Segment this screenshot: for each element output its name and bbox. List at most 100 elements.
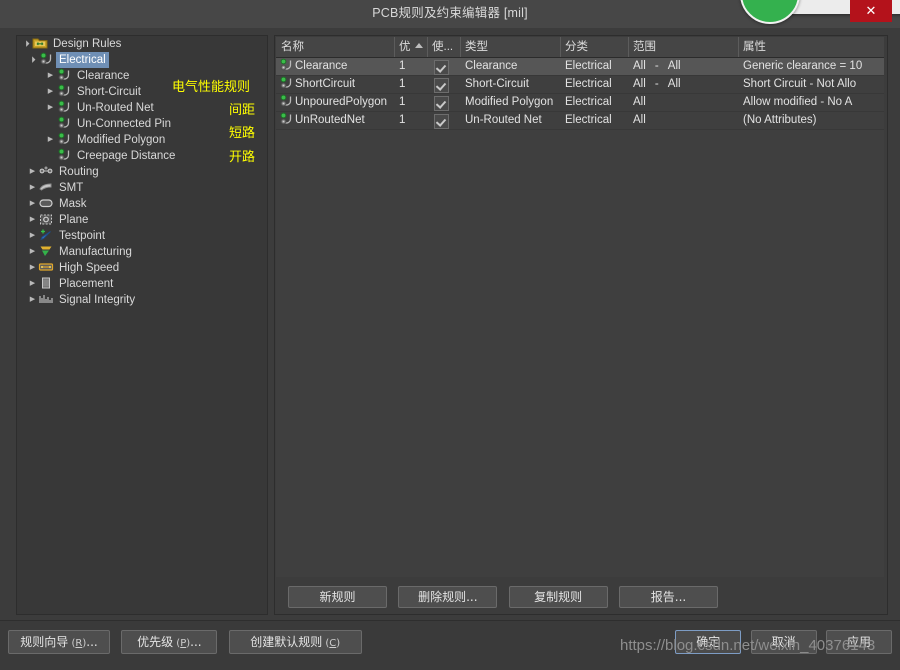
collapsed-twisty-icon[interactable]: ▶	[45, 68, 56, 84]
rule-type-cell: Short-Circuit	[465, 78, 529, 90]
tree-item-plane[interactable]: ▶ Plane	[17, 212, 267, 228]
enabled-checkbox[interactable]	[434, 96, 449, 111]
collapsed-twisty-icon[interactable]: ▶	[27, 180, 38, 196]
rule-priority-cell[interactable]: 1	[394, 76, 427, 93]
tree-item-mask[interactable]: ▶ Mask	[17, 196, 267, 212]
column-header-7[interactable]: 属性	[738, 37, 884, 57]
collapsed-twisty-icon[interactable]: ▶	[27, 260, 38, 276]
column-header-label: 名称	[281, 41, 304, 53]
ok-button[interactable]: 确定	[675, 630, 742, 654]
scope-a: All	[633, 78, 646, 90]
rule-scope-cell: All	[628, 112, 738, 129]
column-header-label: 使...	[432, 41, 454, 53]
priority-button[interactable]: 优先级 (P)...	[121, 630, 218, 654]
tree-item-label: Short-Circuit	[77, 86, 141, 98]
table-row[interactable]: ShortCircuit 1 Short-Circuit Electrical All -…	[276, 76, 884, 94]
tree-item-routing[interactable]: ▶ Routing	[17, 164, 267, 180]
rule-priority-cell[interactable]: 1	[394, 112, 427, 129]
rule-name-cell[interactable]: Clearance	[276, 58, 394, 75]
rule-category-cell: Electrical	[565, 114, 612, 126]
rules-grid-body[interactable]: Clearance 1 Clearance Electrical All - All Gene…	[276, 58, 884, 130]
create-default-rules-label: 创建默认规则	[250, 635, 323, 649]
tree-item-label: Electrical	[56, 52, 109, 68]
apply-button[interactable]: 应用	[826, 630, 892, 654]
rule-priority-cell[interactable]: 1	[394, 58, 427, 75]
rule-enabled-cell[interactable]	[427, 58, 460, 75]
electrical-rule-icon	[278, 76, 292, 90]
column-header-3[interactable]: 使...	[427, 37, 460, 57]
tree-item-signal-integrity[interactable]: ▶ Signal Integrity	[17, 292, 267, 308]
collapsed-twisty-icon[interactable]: ▶	[27, 196, 38, 212]
rule-name-cell[interactable]: UnRoutedNet	[276, 112, 394, 129]
rule-enabled-cell[interactable]	[427, 76, 460, 93]
column-header-label: 范围	[633, 41, 656, 53]
signal-integrity-icon	[38, 292, 54, 306]
tree-item-label: Signal Integrity	[59, 294, 136, 306]
editor-workspace: ◢ Design Rules ◢ Electrical ▶ Clearance ▶ Short…	[0, 28, 900, 620]
manufacturing-icon	[38, 244, 54, 258]
annotation-text: 间距	[229, 103, 256, 118]
priority-label: 优先级	[137, 635, 174, 649]
smt-icon	[38, 180, 54, 194]
cancel-button[interactable]: 取消	[750, 630, 817, 654]
table-row[interactable]: UnRoutedNet 1 Un-Routed Net Electrical All (N…	[276, 112, 884, 130]
rule-name-cell[interactable]: UnpouredPolygon	[276, 94, 394, 111]
collapsed-twisty-icon[interactable]: ▶	[27, 228, 38, 244]
collapsed-twisty-icon[interactable]: ▶	[27, 292, 38, 308]
collapsed-twisty-icon[interactable]: ▶	[45, 100, 56, 116]
tree-item-manufacturing[interactable]: ▶ Manufacturing	[17, 244, 267, 260]
tree-item-design-rules[interactable]: ◢ Design Rules	[17, 36, 267, 52]
column-header-2[interactable]: 优	[394, 37, 427, 57]
rule-name-label: ShortCircuit	[295, 78, 356, 90]
column-header-4[interactable]: 类型	[460, 37, 560, 57]
report-button[interactable]: 报告...	[619, 586, 719, 608]
rule-enabled-cell[interactable]	[427, 112, 460, 129]
enabled-checkbox[interactable]	[434, 78, 449, 93]
rule-wizard-button[interactable]: 规则向导 (R)...	[8, 630, 110, 654]
rule-action-buttons: 新规则 删除规则... 复制规则 报告...	[276, 579, 884, 613]
electrical-rule-icon	[56, 132, 72, 146]
new-rule-button[interactable]: 新规则	[288, 586, 387, 608]
enabled-checkbox[interactable]	[434, 60, 449, 75]
scope-a: All	[633, 96, 646, 108]
rules-grid[interactable]: 名称 优 使... 类型 分类 范围 属性 Clearance 1 Clearance Elect…	[276, 37, 884, 577]
collapsed-twisty-icon[interactable]: ▶	[45, 132, 56, 148]
tree-item-electrical[interactable]: ◢ Electrical	[17, 52, 267, 68]
rules-grid-header[interactable]: 名称 优 使... 类型 分类 范围 属性	[276, 37, 884, 58]
column-header-label: 分类	[565, 41, 588, 53]
annotation-text: 短路	[229, 126, 256, 141]
tree-item-label: Mask	[59, 198, 87, 210]
collapsed-twisty-icon[interactable]: ▶	[27, 212, 38, 228]
column-header-label: 属性	[743, 41, 766, 53]
tree-item-label: High Speed	[59, 262, 120, 274]
table-row[interactable]: Clearance 1 Clearance Electrical All - All Gene…	[276, 58, 884, 76]
tree-item-smt[interactable]: ▶ SMT	[17, 180, 267, 196]
create-default-rules-button[interactable]: 创建默认规则 (C)	[228, 630, 362, 654]
column-header-5[interactable]: 分类	[560, 37, 628, 57]
delete-rule-button[interactable]: 删除规则...	[398, 586, 498, 608]
collapsed-twisty-icon[interactable]: ▶	[45, 84, 56, 100]
tree-item-high-speed[interactable]: ▶ High Speed	[17, 260, 267, 276]
mask-icon	[38, 196, 54, 210]
plane-icon	[38, 212, 54, 226]
rule-category-cell: Electrical	[565, 60, 612, 72]
table-row[interactable]: UnpouredPolygon 1 Modified Polygon Electric…	[276, 94, 884, 112]
footer-left-buttons: 规则向导 (R)... 优先级 (P)... 创建默认规则 (C)	[8, 630, 370, 654]
scope-separator: -	[654, 78, 659, 90]
collapsed-twisty-icon[interactable]: ▶	[27, 244, 38, 260]
rule-name-cell[interactable]: ShortCircuit	[276, 76, 394, 93]
column-header-6[interactable]: 范围	[628, 37, 738, 57]
scope-b: All	[667, 78, 681, 90]
design-rules-tree[interactable]: ◢ Design Rules ◢ Electrical ▶ Clearance ▶ Short…	[16, 35, 268, 615]
rule-priority-cell[interactable]: 1	[394, 94, 427, 111]
enabled-checkbox[interactable]	[434, 114, 449, 129]
column-header-1[interactable]: 名称	[276, 37, 394, 57]
collapsed-twisty-icon[interactable]: ▶	[27, 164, 38, 180]
collapsed-twisty-icon[interactable]: ▶	[27, 276, 38, 292]
duplicate-rule-button[interactable]: 复制规则	[508, 586, 608, 608]
tree-item-placement[interactable]: ▶ Placement	[17, 276, 267, 292]
tree-item-label: Clearance	[77, 70, 130, 82]
close-window-button[interactable]: ✕	[850, 0, 892, 22]
rule-enabled-cell[interactable]	[427, 94, 460, 111]
tree-item-testpoint[interactable]: ▶ Testpoint	[17, 228, 267, 244]
